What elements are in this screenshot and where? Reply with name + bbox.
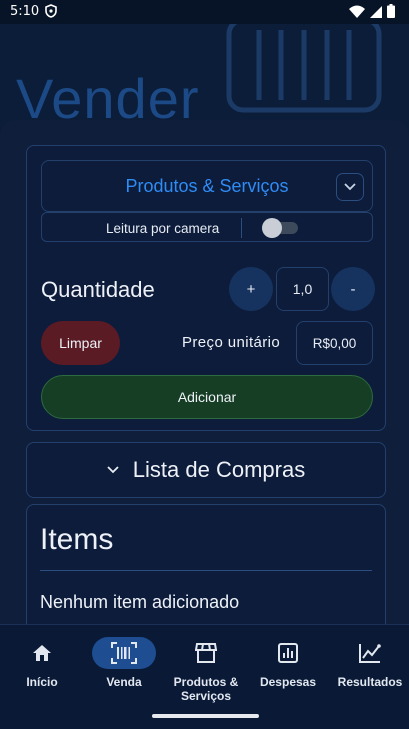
unit-price-label: Preço unitário [182, 334, 281, 351]
quantity-decrement-button[interactable]: - [331, 267, 375, 311]
nav-label: Despesas [259, 675, 317, 689]
category-select[interactable]: Produtos & Serviços [41, 160, 373, 212]
shopping-list-title: Lista de Compras [132, 457, 306, 482]
chevron-down-icon [107, 461, 119, 479]
camera-reading-toggle[interactable] [262, 218, 298, 238]
add-button[interactable]: Adicionar [41, 375, 373, 419]
camera-reading-label: Leitura por camera [106, 221, 220, 236]
items-card: Items Nenhum item adicionado [26, 504, 386, 624]
unit-price-field[interactable]: R$0,00 [296, 321, 373, 365]
nav-item-venda[interactable]: Venda [84, 637, 164, 689]
divider [241, 218, 242, 238]
camera-reading-row: Leitura por camera [41, 212, 373, 242]
register-illustration-icon [226, 24, 382, 113]
chevron-down-icon[interactable] [336, 173, 364, 201]
clear-button[interactable]: Limpar [41, 321, 120, 365]
battery-icon [387, 4, 395, 21]
nav-label: Produtos & Serviços [173, 675, 239, 703]
home-indicator[interactable] [152, 714, 259, 718]
quantity-increment-button[interactable]: + [229, 267, 273, 311]
divider [40, 570, 372, 571]
nav-item-resultados[interactable]: Resultados [330, 637, 409, 689]
barcode-scan-icon [92, 637, 156, 669]
nav-item-despesas[interactable]: Despesas [248, 637, 328, 689]
wifi-icon [349, 5, 365, 21]
nav-item-produtos-servicos[interactable]: Produtos & Serviços [166, 637, 246, 703]
items-empty-message: Nenhum item adicionado [40, 592, 240, 612]
shield-icon [45, 4, 57, 21]
quantity-label: Quantidade [41, 277, 155, 302]
trending-chart-icon [338, 637, 402, 669]
chart-box-icon [256, 637, 320, 669]
page-header: Vender [0, 24, 409, 134]
nav-label: Início [26, 675, 58, 689]
nav-label: Venda [106, 675, 142, 689]
toggle-knob [262, 218, 282, 238]
content-sheet: Produtos & Serviços Leitura por camera Q… [0, 120, 409, 624]
store-icon [174, 637, 238, 669]
status-time: 5:10 [10, 4, 40, 19]
sale-form-card: Produtos & Serviços Leitura por camera Q… [26, 145, 386, 431]
status-bar: 5:10 [0, 0, 409, 24]
signal-icon [370, 5, 382, 21]
shopping-list-card[interactable]: Lista de Compras [26, 442, 386, 498]
nav-item-inicio[interactable]: Início [2, 637, 82, 689]
nav-label: Resultados [337, 675, 403, 689]
shopping-list-header[interactable]: Lista de Compras [27, 443, 385, 497]
home-icon [10, 637, 74, 669]
items-title: Items [40, 523, 114, 556]
quantity-field[interactable]: 1,0 [276, 267, 329, 311]
category-select-value: Produtos & Serviços [125, 176, 289, 196]
